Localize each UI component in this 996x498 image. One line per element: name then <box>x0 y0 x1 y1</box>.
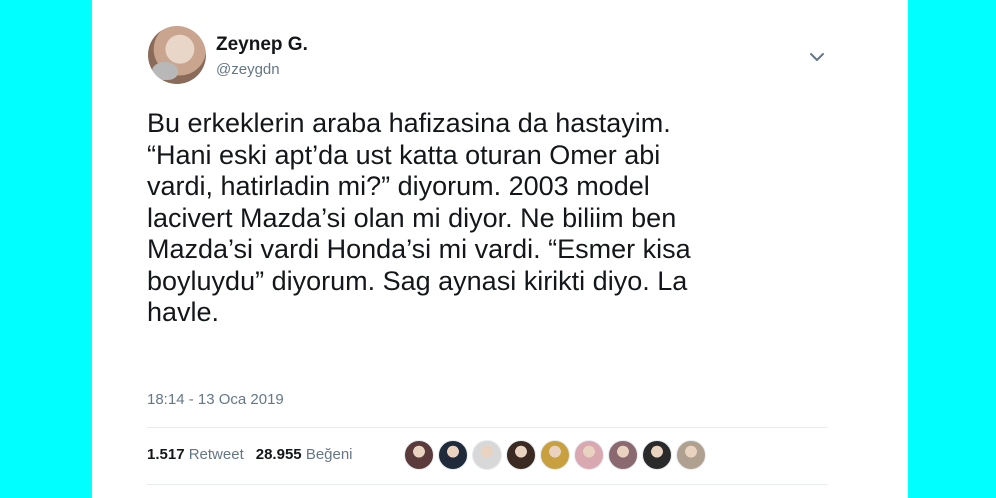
liker-avatars <box>404 440 706 472</box>
tweet-stats: 1.517 Retweet 28.955 Beğeni <box>147 446 353 463</box>
liker-avatar[interactable] <box>676 440 706 470</box>
avatar-cat-shape <box>152 62 178 80</box>
retweet-count: 1.517 <box>147 446 185 463</box>
tweet-line: “Hani eski apt’da ust katta oturan Omer … <box>147 139 661 170</box>
liker-avatar[interactable] <box>574 440 604 470</box>
liker-avatar[interactable] <box>472 440 502 470</box>
user-handle[interactable]: @zeygdn <box>216 61 280 78</box>
like-stat[interactable]: 28.955 Beğeni <box>256 446 353 463</box>
tweet-line: boyluydu” diyorum. Sag aynasi kirikti di… <box>147 265 688 296</box>
liker-avatar[interactable] <box>642 440 672 470</box>
like-label: Beğeni <box>305 446 353 463</box>
tweet-timestamp[interactable]: 18:14 - 13 Oca 2019 <box>147 391 284 408</box>
divider-top <box>147 427 828 428</box>
tweet-line: Mazda’si vardi Honda’si mi vardi. “Esmer… <box>147 234 691 264</box>
tweet-line: lacivert Mazda’si olan mi diyor. Ne bili… <box>147 202 677 233</box>
tweet-line: havle. <box>147 297 220 327</box>
liker-avatar[interactable] <box>608 440 638 470</box>
liker-avatar[interactable] <box>506 440 536 470</box>
tweet-line: vardi, hatirladin mi?” diyorum. 2003 mod… <box>147 171 650 201</box>
liker-avatar[interactable] <box>540 440 570 470</box>
chevron-down-icon[interactable] <box>808 48 826 66</box>
liker-avatar[interactable] <box>438 440 468 470</box>
divider-bottom <box>147 484 828 485</box>
retweet-stat[interactable]: 1.517 Retweet <box>147 446 244 463</box>
user-avatar[interactable] <box>148 26 206 84</box>
like-count: 28.955 <box>255 446 302 463</box>
user-name[interactable]: Zeynep G. <box>216 34 308 56</box>
liker-avatar[interactable] <box>404 440 434 470</box>
tweet-text: Bu erkeklerin araba hafizasina da hastay… <box>147 108 847 329</box>
tweet-card: Zeynep G. @zeygdn Bu erkeklerin araba ha… <box>92 0 908 498</box>
tweet-line: Bu erkeklerin araba hafizasina da hastay… <box>147 108 671 138</box>
retweet-label: Retweet <box>188 446 244 463</box>
